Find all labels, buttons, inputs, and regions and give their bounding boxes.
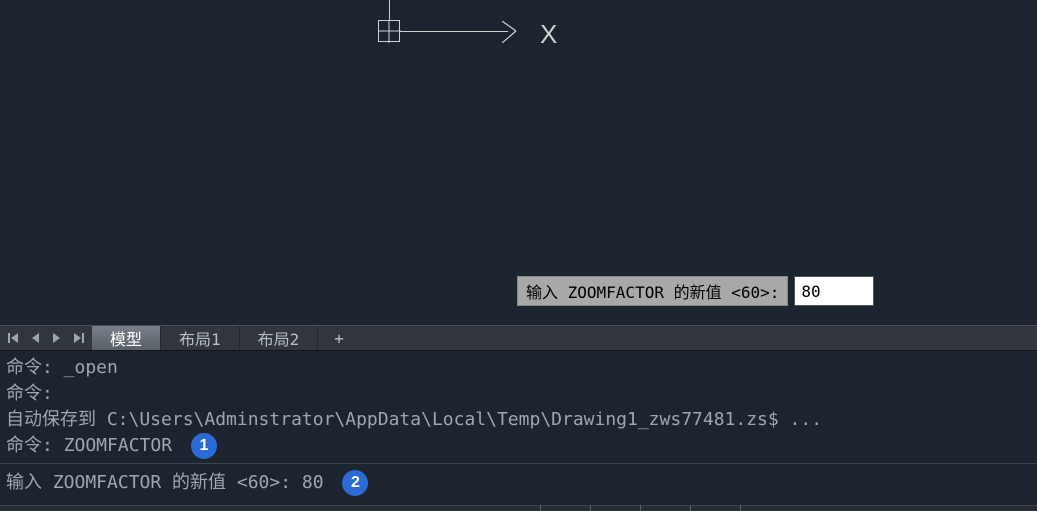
drawing-canvas[interactable]: X 输入 ZOOMFACTOR 的新值 <60>: — [0, 0, 1037, 325]
command-input-text: 输入 ZOOMFACTOR 的新值 <60>: 80 — [6, 472, 324, 493]
cmd-line-1: 命令: _open — [6, 355, 1031, 381]
command-history: 命令: _open 命令: 自动保存到 C:\Users\Adminstrato… — [0, 351, 1037, 459]
command-input-area[interactable]: 输入 ZOOMFACTOR 的新值 <60>: 80 2 — [0, 464, 1037, 504]
tab-layout1[interactable]: 布局1 — [161, 326, 240, 350]
tab-nav-controls — [0, 326, 92, 350]
command-input-line: 输入 ZOOMFACTOR 的新值 <60>: 80 2 — [6, 470, 1031, 496]
axis-x-label: X — [540, 19, 557, 50]
cmd-line-4: 命令: ZOOMFACTOR 1 — [6, 433, 1031, 459]
tooltip-value-input[interactable] — [794, 276, 874, 306]
cmd-line-4-text: 命令: ZOOMFACTOR — [6, 435, 172, 456]
cmd-line-3: 自动保存到 C:\Users\Adminstrator\AppData\Loca… — [6, 407, 1031, 433]
tab-layout2[interactable]: 布局2 — [240, 326, 319, 350]
tab-model[interactable]: 模型 — [92, 326, 161, 350]
nav-prev-icon[interactable] — [24, 326, 46, 350]
tab-add-button[interactable]: + — [318, 326, 360, 350]
annotation-badge-2: 2 — [342, 470, 368, 496]
cmd-line-2: 命令: — [6, 381, 1031, 407]
nav-first-icon[interactable] — [2, 326, 24, 350]
annotation-badge-1: 1 — [191, 433, 217, 459]
nav-next-icon[interactable] — [46, 326, 68, 350]
layout-tab-bar: 模型 布局1 布局2 + — [0, 325, 1037, 351]
dynamic-input-tooltip: 输入 ZOOMFACTOR 的新值 <60>: — [517, 276, 874, 306]
nav-last-icon[interactable] — [68, 326, 90, 350]
status-bar-strip — [0, 505, 1037, 511]
tooltip-prompt: 输入 ZOOMFACTOR 的新值 <60>: — [517, 276, 788, 306]
